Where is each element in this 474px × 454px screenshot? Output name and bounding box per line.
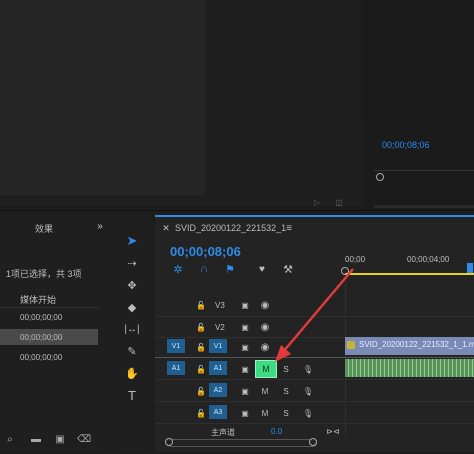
search-icon[interactable]: ⌕ bbox=[4, 433, 16, 445]
export-frame-icon[interactable]: ▷ bbox=[310, 198, 324, 207]
more-panels-icon[interactable]: » bbox=[94, 220, 106, 232]
program-monitor-viewer bbox=[364, 0, 474, 120]
program-scrub-bar[interactable] bbox=[374, 170, 474, 183]
divider bbox=[0, 210, 474, 211]
annotation-arrow bbox=[275, 268, 354, 362]
project-panel: 效果 » 1项已选择，共 3项 媒体开始 00;00;00;00 00;00;0… bbox=[0, 215, 110, 452]
source-monitor: ▷ ◫ bbox=[0, 0, 360, 207]
new-item-icon[interactable]: ▣ bbox=[54, 433, 66, 445]
list-item[interactable]: 00;00;00;00 bbox=[20, 313, 62, 322]
source-monitor-viewer bbox=[0, 0, 205, 195]
tools-panel: ➤ ⇢ ✥ ◆ |↔| ✎ ✋ T bbox=[114, 215, 150, 452]
camera-icon[interactable]: ◫ bbox=[332, 198, 346, 207]
timeline-panel: ✕ SVID_20200122_221532_1 ≡ 00;00;08;06 ✲… bbox=[155, 215, 474, 452]
effects-tab[interactable]: 效果 bbox=[35, 222, 53, 235]
pen-tool-icon[interactable]: ✎ bbox=[122, 341, 142, 361]
trash-icon[interactable]: ⌫ bbox=[77, 433, 91, 445]
type-tool-icon[interactable]: T bbox=[122, 385, 142, 405]
program-playhead-handle[interactable] bbox=[376, 173, 384, 181]
column-header-media-start[interactable]: 媒体开始 bbox=[20, 293, 56, 306]
list-item[interactable]: 00;00;00;00 bbox=[20, 333, 62, 342]
selection-tool-icon[interactable]: ➤ bbox=[122, 231, 142, 251]
slip-tool-icon[interactable]: |↔| bbox=[122, 319, 142, 339]
program-monitor: 00;00;08;06 bbox=[364, 0, 474, 210]
program-timecode[interactable]: 00;00;08;06 bbox=[382, 140, 430, 150]
hand-tool-icon[interactable]: ✋ bbox=[122, 363, 142, 383]
ripple-edit-tool-icon[interactable]: ✥ bbox=[122, 275, 142, 295]
program-zoom-bar[interactable] bbox=[374, 205, 474, 208]
razor-tool-icon[interactable]: ◆ bbox=[122, 297, 142, 317]
selection-status: 1项已选择，共 3项 bbox=[6, 269, 82, 279]
header-divider bbox=[0, 307, 100, 308]
list-item[interactable]: 00;00;00;00 bbox=[20, 353, 62, 362]
track-select-tool-icon[interactable]: ⇢ bbox=[122, 253, 142, 273]
folder-icon[interactable]: ▬ bbox=[30, 433, 42, 445]
